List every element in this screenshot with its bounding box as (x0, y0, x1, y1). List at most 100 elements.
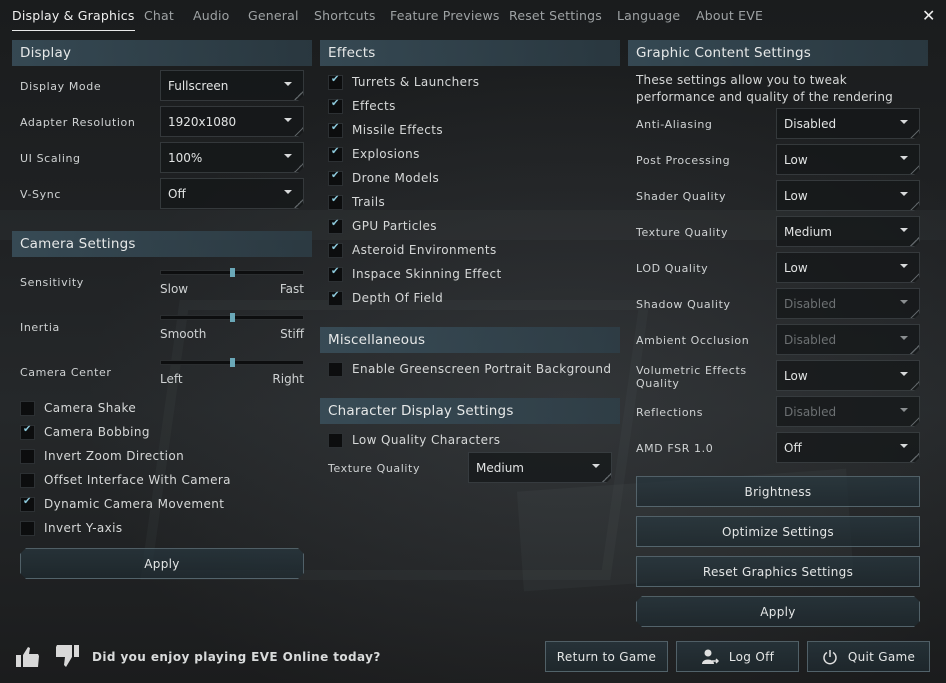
checkbox[interactable] (328, 290, 343, 306)
checkbox-label: Depth Of Field (352, 291, 444, 305)
character-texture-quality-dropdown[interactable]: Medium (468, 452, 612, 483)
dropdown-value: 100% (168, 151, 203, 165)
chevron-down-icon (900, 156, 908, 160)
dropdown-value: Disabled (784, 333, 837, 347)
vsync-dropdown[interactable]: Off (160, 178, 304, 209)
checkbox[interactable] (328, 74, 343, 90)
tab-shortcuts[interactable]: Shortcuts (314, 8, 376, 23)
graphics-apply-button[interactable]: Apply (636, 596, 920, 627)
texture-quality-dropdown[interactable]: Medium (776, 216, 920, 247)
dropdown-value: Disabled (784, 117, 837, 131)
quit-game-label: Quit Game (847, 649, 916, 664)
asteroid-environments-checkbox[interactable]: Asteroid Environments (328, 240, 497, 260)
low-quality-characters-checkbox[interactable]: Low Quality Characters (328, 430, 500, 450)
tab-about-eve[interactable]: About EVE (696, 8, 763, 23)
ui-scaling-label: UI Scaling (20, 152, 81, 165)
tab-feature-previews[interactable]: Feature Previews (390, 8, 500, 23)
brightness-button[interactable]: Brightness (636, 476, 920, 507)
tab-general[interactable]: General (248, 8, 299, 23)
tab-language[interactable]: Language (617, 8, 680, 23)
log-off-button[interactable]: Log Off (676, 641, 799, 672)
missile-effects-checkbox[interactable]: Missile Effects (328, 120, 443, 140)
checkbox-label: Invert Zoom Direction (44, 449, 185, 463)
checkbox[interactable] (328, 98, 343, 114)
checkbox[interactable] (20, 496, 35, 512)
drone-models-checkbox[interactable]: Drone Models (328, 168, 439, 188)
camera-shake-checkbox[interactable]: Camera Shake (20, 398, 136, 418)
invert-y-axis-checkbox[interactable]: Invert Y-axis (20, 518, 123, 538)
checkbox-label: GPU Particles (352, 219, 437, 233)
anti-aliasing-label: Anti-Aliasing (636, 118, 713, 131)
camera-bobbing-checkbox[interactable]: Camera Bobbing (20, 422, 150, 442)
display-mode-label: Display Mode (20, 80, 102, 93)
checkbox[interactable] (328, 432, 343, 448)
checkbox[interactable] (20, 520, 35, 536)
dropdown-value: Medium (476, 461, 524, 475)
checkbox[interactable] (328, 218, 343, 234)
optimize-settings-button[interactable]: Optimize Settings (636, 516, 920, 547)
offset-interface-checkbox[interactable]: Offset Interface With Camera (20, 470, 231, 490)
checkbox[interactable] (328, 122, 343, 138)
trails-checkbox[interactable]: Trails (328, 192, 385, 212)
inspace-skinning-checkbox[interactable]: Inspace Skinning Effect (328, 264, 502, 284)
display-mode-dropdown[interactable]: Fullscreen (160, 70, 304, 101)
checkbox[interactable] (20, 448, 35, 464)
tab-chat[interactable]: Chat (144, 8, 174, 23)
slider-thumb[interactable] (230, 358, 235, 367)
depth-of-field-checkbox[interactable]: Depth Of Field (328, 288, 443, 308)
explosions-checkbox[interactable]: Explosions (328, 144, 420, 164)
thumbs-down-icon[interactable] (54, 643, 80, 672)
effects-checkbox[interactable]: Effects (328, 96, 396, 116)
gpu-particles-checkbox[interactable]: GPU Particles (328, 216, 437, 236)
chevron-down-icon (900, 444, 908, 448)
checkbox-label: Trails (352, 195, 386, 209)
ui-scaling-dropdown[interactable]: 100% (160, 142, 304, 173)
invert-zoom-checkbox[interactable]: Invert Zoom Direction (20, 446, 184, 466)
chevron-down-icon (284, 118, 292, 122)
dropdown-value: 1920x1080 (168, 115, 237, 129)
amd-fsr-dropdown[interactable]: Off (776, 432, 920, 463)
checkbox[interactable] (20, 424, 35, 440)
shader-quality-label: Shader Quality (636, 190, 727, 203)
checkbox-label: Offset Interface With Camera (44, 473, 231, 487)
anti-aliasing-dropdown[interactable]: Disabled (776, 108, 920, 139)
slider-thumb[interactable] (230, 313, 235, 322)
feedback-question: Did you enjoy playing EVE Online today? (92, 650, 381, 664)
checkbox[interactable] (20, 400, 35, 416)
checkbox[interactable] (20, 472, 35, 488)
checkbox[interactable] (328, 146, 343, 162)
chevron-down-icon (900, 228, 908, 232)
greenscreen-checkbox[interactable]: Enable Greenscreen Portrait Background (328, 359, 611, 379)
shadow-quality-label: Shadow Quality (636, 298, 731, 311)
checkbox[interactable] (328, 266, 343, 282)
tab-reset-settings[interactable]: Reset Settings (509, 8, 602, 23)
thumbs-up-icon[interactable] (15, 644, 41, 673)
post-processing-dropdown[interactable]: Low (776, 144, 920, 175)
effects-section-header: Effects (320, 40, 620, 66)
adapter-resolution-dropdown[interactable]: 1920x1080 (160, 106, 304, 137)
tab-display-graphics[interactable]: Display & Graphics (12, 8, 135, 31)
checkbox[interactable] (328, 170, 343, 186)
lod-quality-dropdown[interactable]: Low (776, 252, 920, 283)
volumetric-effects-dropdown[interactable]: Low (776, 360, 920, 391)
dynamic-camera-checkbox[interactable]: Dynamic Camera Movement (20, 494, 224, 514)
checkbox[interactable] (328, 361, 343, 377)
slider-thumb[interactable] (230, 268, 235, 277)
dropdown-value: Low (784, 153, 808, 167)
character-texture-quality-label: Texture Quality (328, 462, 421, 475)
chevron-down-icon (592, 464, 600, 468)
camera-apply-button[interactable]: Apply (20, 548, 304, 579)
turrets-launchers-checkbox[interactable]: Turrets & Launchers (328, 72, 479, 92)
chevron-down-icon (284, 82, 292, 86)
chevron-down-icon (900, 336, 908, 340)
checkbox-label: Dynamic Camera Movement (44, 497, 225, 511)
tab-audio[interactable]: Audio (193, 8, 230, 23)
reset-graphics-button[interactable]: Reset Graphics Settings (636, 556, 920, 587)
close-icon[interactable]: ✕ (922, 6, 935, 25)
shader-quality-dropdown[interactable]: Low (776, 180, 920, 211)
checkbox[interactable] (328, 242, 343, 258)
chevron-down-icon (900, 372, 908, 376)
checkbox[interactable] (328, 194, 343, 210)
return-to-game-button[interactable]: Return to Game (545, 641, 668, 672)
quit-game-button[interactable]: Quit Game (807, 641, 930, 672)
